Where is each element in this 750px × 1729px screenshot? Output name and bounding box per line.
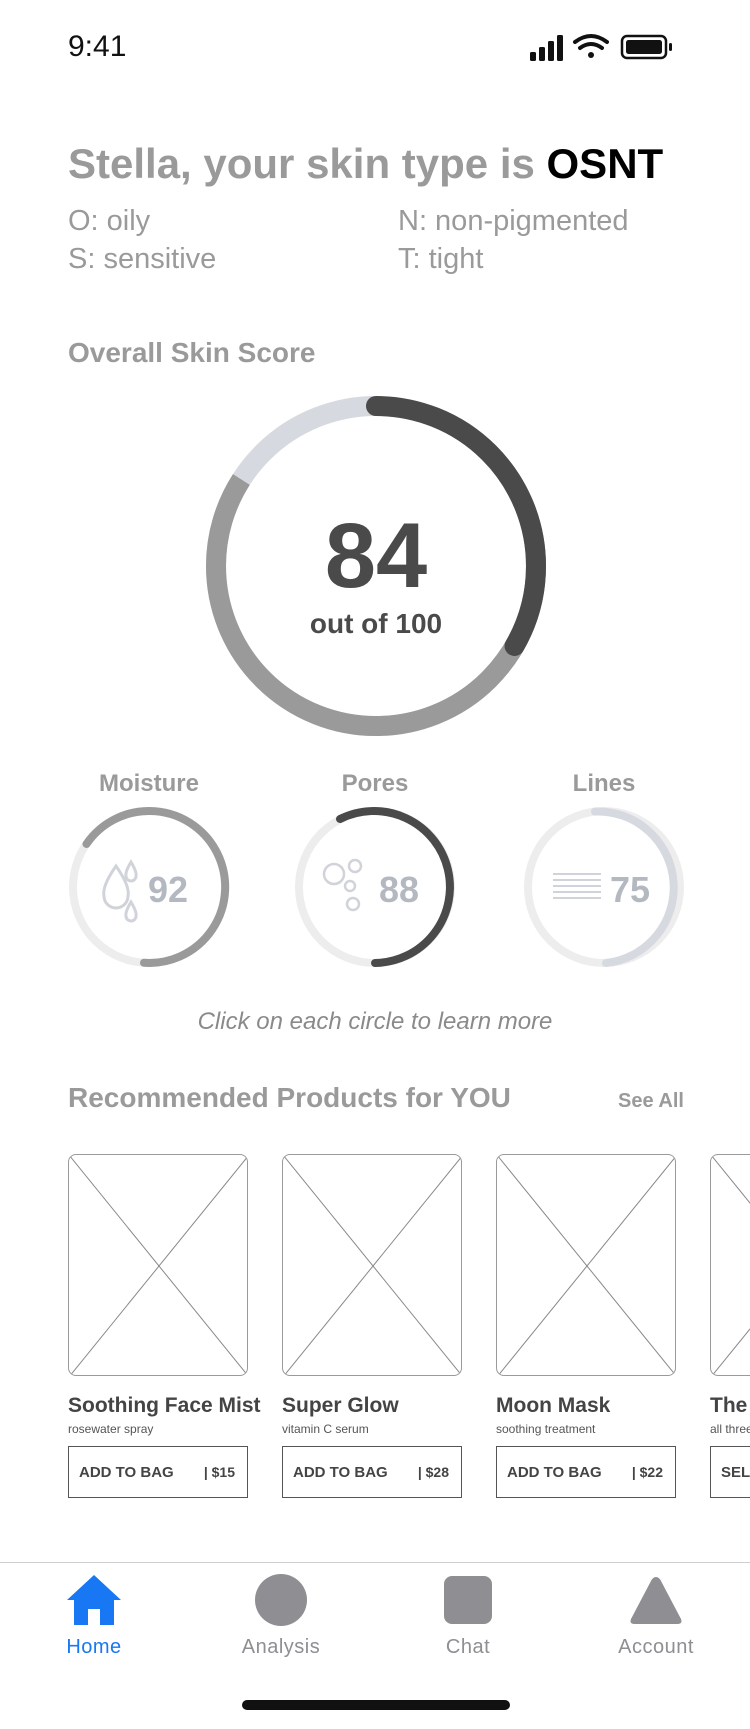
image-placeholder-icon (711, 1155, 750, 1375)
tab-label-analysis: Analysis (241, 1636, 321, 1658)
image-placeholder-icon (283, 1155, 461, 1375)
moisture-circle[interactable]: 92 (64, 802, 234, 972)
metric-value-pores: 88 (379, 869, 419, 910)
tab-label-chat: Chat (445, 1636, 491, 1658)
add-to-bag-button[interactable]: ADD TO BAG | $15 (68, 1446, 248, 1498)
square-icon (444, 1576, 492, 1624)
product-image-placeholder[interactable] (282, 1154, 462, 1376)
tab-home[interactable]: Home (19, 1572, 169, 1659)
lines-circle[interactable]: 75 (519, 802, 689, 972)
skin-type-code: OSNT (546, 140, 664, 187)
product-subtitle: rosewater spray (68, 1422, 154, 1436)
product-image-placeholder[interactable] (496, 1154, 676, 1376)
trait-non-pigmented: N: non-pigmented (398, 205, 629, 237)
tab-chat[interactable]: Chat (393, 1572, 543, 1659)
add-to-bag-label: ADD TO BAG (79, 1463, 174, 1481)
product-price: | $15 (203, 1464, 235, 1480)
add-to-bag-label: ADD TO BAG (293, 1463, 388, 1481)
metric-label-lines: Lines (572, 770, 636, 797)
status-icons (530, 34, 672, 61)
image-placeholder-icon (69, 1155, 247, 1375)
status-time: 9:41 (68, 30, 127, 63)
product-name[interactable]: The s (710, 1394, 750, 1418)
overall-score-out-of: out of 100 (309, 608, 443, 639)
add-to-bag-button[interactable]: ADD TO BAG | $22 (496, 1446, 676, 1498)
headline-prefix: Stella, your skin type is (68, 140, 547, 187)
product-name[interactable]: Moon Mask (496, 1394, 610, 1418)
triangle-icon (630, 1577, 682, 1624)
metric-label-pores: Pores (341, 770, 409, 797)
add-to-bag-label: ADD TO BAG (507, 1463, 602, 1481)
metric-value-moisture: 92 (148, 869, 188, 910)
pores-circle[interactable]: 88 (290, 802, 460, 972)
tab-analysis[interactable]: Analysis (206, 1572, 356, 1659)
home-indicator (242, 1700, 510, 1710)
add-to-bag-button[interactable]: SELL (710, 1446, 750, 1498)
overall-score-title: Overall Skin Score (68, 337, 316, 368)
signal-icon (530, 35, 563, 61)
product-subtitle: all three (710, 1422, 750, 1436)
wifi-icon (573, 34, 609, 58)
add-to-bag-button[interactable]: ADD TO BAG | $28 (282, 1446, 462, 1498)
trait-sensitive: S: sensitive (68, 243, 217, 275)
product-price: | $22 (631, 1464, 663, 1480)
battery-icon (620, 34, 672, 60)
product-image-placeholder[interactable] (710, 1154, 750, 1376)
water-drops-icon (102, 859, 138, 923)
product-subtitle: vitamin C serum (282, 1422, 369, 1436)
product-name[interactable]: Super Glow (282, 1394, 399, 1418)
metric-value-lines: 75 (610, 869, 650, 910)
product-name[interactable]: Soothing Face Mist (68, 1394, 261, 1418)
metric-label-moisture: Moisture (98, 770, 199, 797)
product-image-placeholder[interactable] (68, 1154, 248, 1376)
tab-label-home: Home (66, 1636, 122, 1658)
metrics-hint: Click on each circle to learn more (197, 1008, 553, 1035)
bubbles-icon (322, 858, 363, 912)
overall-score-value: 84 (324, 505, 428, 607)
product-price: | $28 (417, 1464, 449, 1480)
product-subtitle: soothing treatment (496, 1422, 596, 1436)
tab-account[interactable]: Account (581, 1572, 731, 1659)
tab-label-account: Account (618, 1636, 694, 1658)
trait-oily: O: oily (68, 205, 151, 237)
circle-icon (255, 1574, 307, 1626)
image-placeholder-icon (497, 1155, 675, 1375)
see-all-link[interactable]: See All (618, 1090, 684, 1113)
recommended-title: Recommended Products for YOU (68, 1082, 511, 1113)
home-icon (67, 1575, 121, 1625)
skin-type-headline: Stella, your skin type is OSNT (68, 140, 663, 188)
add-to-bag-label: SELL (721, 1463, 750, 1481)
trait-tight: T: tight (398, 243, 484, 275)
lines-icon (553, 873, 601, 899)
